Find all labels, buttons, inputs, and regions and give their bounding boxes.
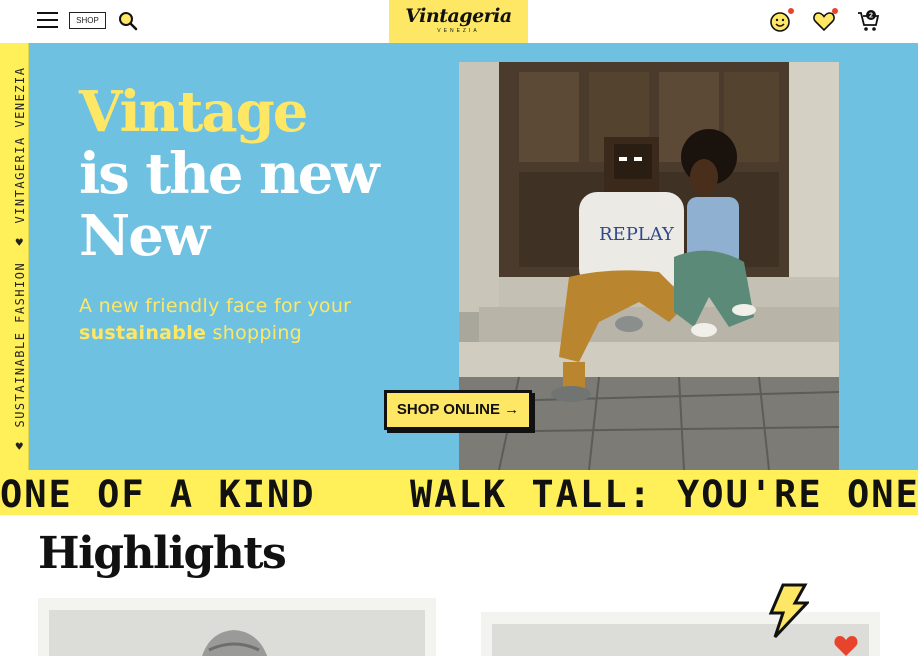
- logo-text: Vintageria: [405, 5, 512, 27]
- product-image: [49, 610, 425, 656]
- cart-icon[interactable]: 2: [857, 9, 881, 33]
- shop-online-button[interactable]: SHOP ONLINE →: [384, 390, 532, 430]
- hero-banner: Vintage is the new New A new friendly fa…: [29, 43, 918, 470]
- logo-subtext: VENEZIA: [437, 28, 480, 34]
- highlight-card[interactable]: [481, 612, 880, 656]
- hero-title: Vintage is the new New: [79, 79, 380, 269]
- side-text-sustainable: SUSTAINABLE FASHION: [13, 261, 27, 428]
- menu-icon[interactable]: [37, 12, 58, 30]
- ticker-item: ONE OF A KIND: [0, 473, 316, 515]
- highlight-card[interactable]: [38, 598, 436, 656]
- side-rail-text: ♥ SUSTAINABLE FASHION ♥ VINTAGERIA VENEZ…: [13, 66, 27, 458]
- lightning-bolt-icon: [768, 583, 809, 639]
- hero-title-line3: New: [79, 203, 210, 269]
- product-illustration: [492, 624, 869, 656]
- svg-text:REPLAY: REPLAY: [599, 224, 675, 245]
- wishlist-notification-dot: [832, 8, 838, 14]
- hero-title-line1: Vintage: [79, 79, 308, 145]
- account-notification-dot: [788, 8, 794, 14]
- shop-button[interactable]: SHOP: [69, 12, 106, 29]
- cart-count: 2: [869, 13, 873, 20]
- hero-subtitle-prefix: A new friendly face for your: [79, 295, 352, 317]
- hero-subtitle-bold: sustainable: [79, 322, 207, 344]
- side-text-vintageria: VINTAGERIA VENEZIA: [13, 66, 27, 224]
- highlights-heading: Highlights: [38, 528, 287, 579]
- hero-subtitle: A new friendly face for your sustainable…: [79, 293, 351, 347]
- favorite-heart-icon[interactable]: [833, 633, 859, 656]
- hero-subtitle-suffix: shopping: [206, 322, 303, 344]
- marquee-ticker: ONE OF A KIND WALK TALL: YOU'RE ONE: [0, 470, 918, 515]
- search-icon[interactable]: [118, 11, 138, 31]
- side-rail: ♥ SUSTAINABLE FASHION ♥ VINTAGERIA VENEZ…: [0, 43, 29, 470]
- hero-title-line2: is the new: [79, 141, 380, 207]
- heart-icon: ♥: [15, 439, 25, 454]
- logo[interactable]: Vintageria VENEZIA: [389, 0, 528, 43]
- product-image: [492, 624, 869, 656]
- ticker-item: WALK TALL: YOU'RE ONE: [410, 473, 918, 515]
- product-illustration: [202, 630, 268, 656]
- heart-icon: ♥: [15, 235, 25, 250]
- site-header: SHOP Vintageria VENEZIA 2: [0, 0, 918, 43]
